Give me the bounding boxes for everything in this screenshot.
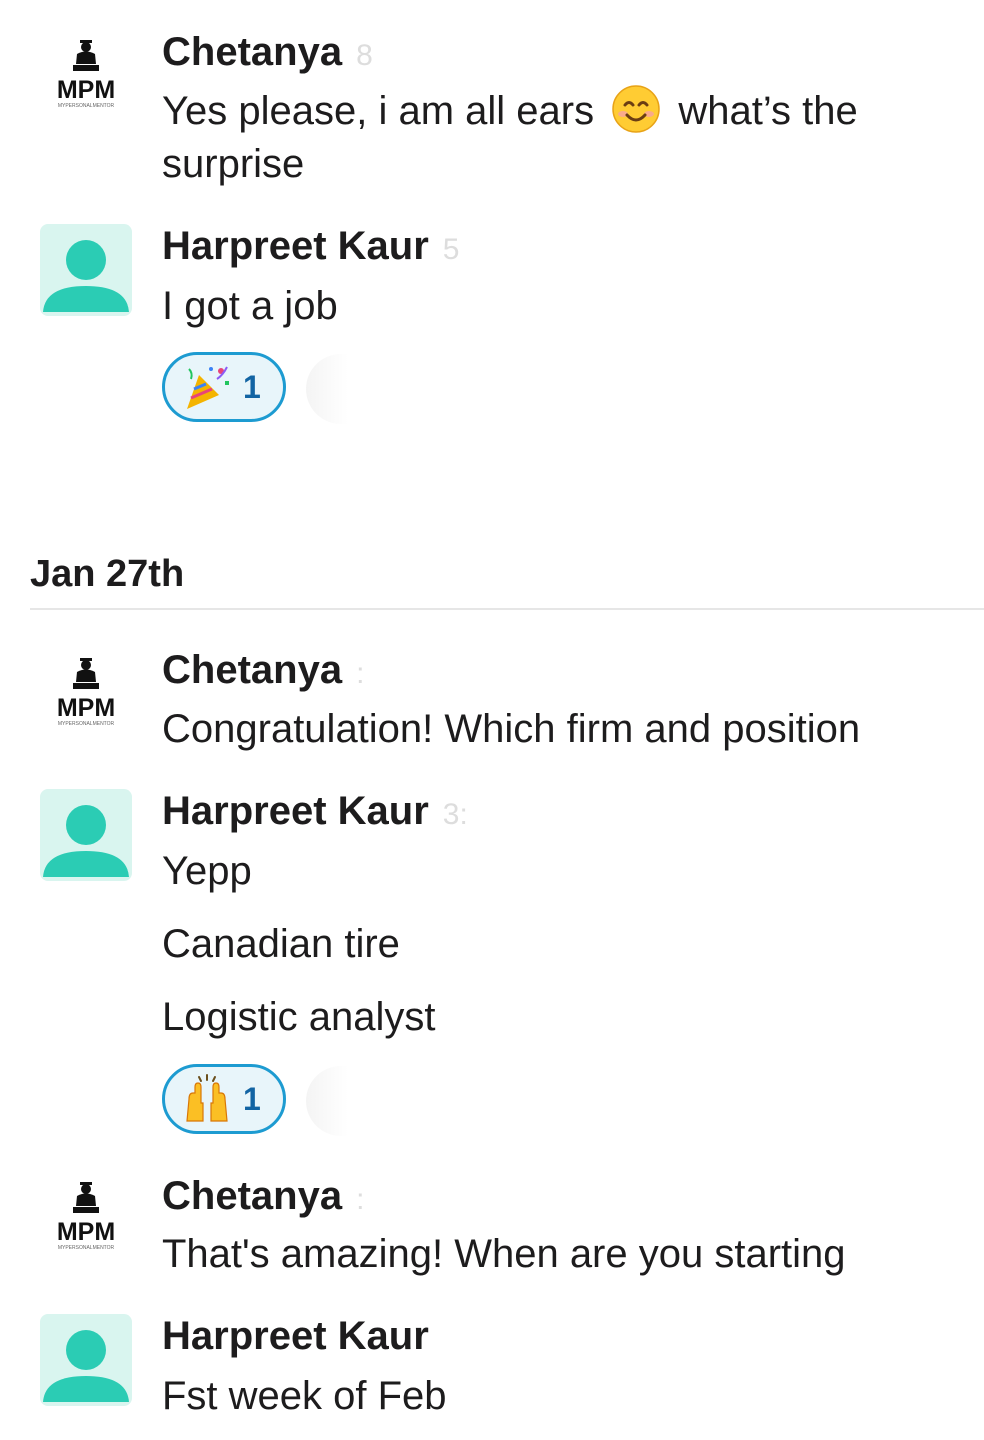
svg-text:MYPERSONALMENTOR: MYPERSONALMENTOR: [58, 721, 115, 727]
timestamp: 3:: [442, 798, 468, 831]
avatar-default-person[interactable]: [40, 224, 132, 316]
message-text: Yes please, i am all ears what’s the sur…: [162, 84, 942, 191]
avatar-mpm-logo[interactable]: MPM MYPERSONALMENTOR: [40, 1170, 132, 1262]
author-name[interactable]: Chetanya:: [162, 646, 364, 698]
message-line: Yepp: [162, 849, 252, 893]
svg-text:MPM: MPM: [57, 694, 115, 722]
author-name-text[interactable]: Harpreet Kaur: [162, 224, 429, 268]
author-name[interactable]: Harpreet Kaur 3:: [162, 787, 468, 839]
mpm-logo-icon: MPM MYPERSONALMENTOR: [57, 1182, 115, 1251]
author-name[interactable]: Harpreet Kaur 5: [162, 222, 459, 274]
message-text-part: surprise: [162, 142, 305, 186]
person-icon: [43, 240, 129, 312]
reaction-count: 1: [243, 368, 261, 405]
mpm-logo-icon: MPM MYPERSONALMENTOR: [57, 40, 115, 109]
avatar-default-person[interactable]: [40, 789, 132, 881]
author-name[interactable]: Chetanya 8: [162, 28, 373, 80]
message-text: Congratulation! Which firm and position: [162, 707, 861, 751]
author-name-text[interactable]: Chetanya: [162, 1174, 342, 1218]
author-name-text[interactable]: Harpreet Kaur: [162, 1314, 429, 1358]
author-name-text[interactable]: Harpreet Kaur: [162, 789, 429, 833]
reaction-pill[interactable]: 1: [162, 352, 286, 422]
timestamp: 8: [356, 39, 373, 72]
avatar-mpm-logo[interactable]: MPM MYPERSONALMENTOR: [40, 28, 132, 120]
raising-hands-emoji-icon: [186, 1074, 228, 1122]
party-popper-emoji-icon: [187, 366, 229, 409]
add-reaction-button[interactable]: [306, 1066, 348, 1136]
svg-text:MPM: MPM: [57, 76, 115, 104]
smiling-face-emoji-icon: [612, 85, 660, 133]
message-text-part: Yes please, i am all ears: [162, 89, 595, 133]
author-name[interactable]: Harpreet Kaur: [162, 1312, 429, 1360]
person-icon: [43, 805, 129, 877]
timestamp: :: [356, 1183, 365, 1216]
timestamp: 5: [442, 233, 460, 266]
reaction-count: 1: [243, 1080, 261, 1117]
message-text: Fst week of Feb: [162, 1374, 447, 1418]
svg-text:MPM: MPM: [57, 1218, 115, 1246]
add-reaction-button[interactable]: [306, 354, 348, 424]
svg-text:MYPERSONALMENTOR: MYPERSONALMENTOR: [58, 103, 115, 109]
message-text: I got a job: [162, 284, 338, 328]
message-line: Canadian tire: [162, 922, 400, 966]
date-divider-line: [30, 608, 984, 610]
message-text: That's amazing! When are you starting: [162, 1232, 846, 1276]
message-line: Logistic analyst: [162, 995, 436, 1039]
svg-text:MYPERSONALMENTOR: MYPERSONALMENTOR: [58, 1245, 115, 1251]
author-name[interactable]: Chetanya:: [162, 1172, 364, 1224]
avatar-mpm-logo[interactable]: MPM MYPERSONALMENTOR: [40, 646, 132, 738]
avatar-default-person[interactable]: [40, 1314, 132, 1406]
message-text-part: what’s the: [678, 89, 858, 133]
mpm-logo-icon: MPM MYPERSONALMENTOR: [57, 658, 115, 727]
author-name-text[interactable]: Chetanya: [162, 30, 342, 74]
reaction-pill[interactable]: 1: [162, 1064, 286, 1134]
author-name-text[interactable]: Chetanya: [162, 648, 342, 692]
person-icon: [43, 1330, 129, 1402]
date-divider-label: Jan 27th: [30, 553, 185, 595]
timestamp: :: [356, 657, 365, 690]
